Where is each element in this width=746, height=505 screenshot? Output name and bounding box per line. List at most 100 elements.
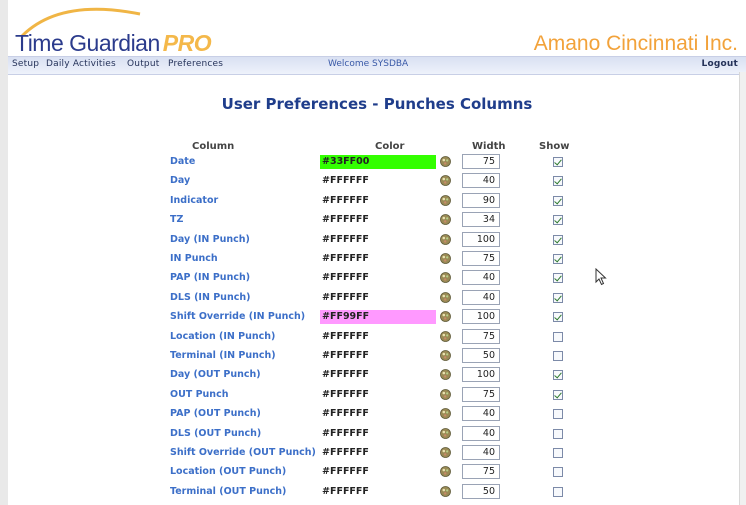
show-checkbox[interactable] xyxy=(553,428,563,439)
table-row: Date #33FF00 75 xyxy=(8,153,746,171)
column-name-label: Shift Override (IN Punch) xyxy=(170,311,306,323)
color-picker-icon[interactable] xyxy=(440,175,451,187)
show-checkbox[interactable] xyxy=(553,176,563,187)
color-picker-icon[interactable] xyxy=(440,485,451,497)
show-checkbox[interactable] xyxy=(553,234,563,245)
color-value-field[interactable]: #FFFFFF xyxy=(320,485,436,499)
color-picker-icon[interactable] xyxy=(440,369,451,381)
logout-link[interactable]: Logout xyxy=(702,59,738,69)
width-input[interactable]: 100 xyxy=(462,231,500,247)
width-input[interactable]: 90 xyxy=(462,192,500,208)
color-value-field[interactable]: #FFFFFF xyxy=(320,233,436,247)
top-nav-bar: Setup Daily Activities Output Preference… xyxy=(8,56,746,75)
width-input[interactable]: 75 xyxy=(462,386,500,402)
color-value-field[interactable]: #FFFFFF xyxy=(320,291,436,305)
show-checkbox[interactable] xyxy=(553,448,563,458)
nav-item-setup[interactable]: Setup xyxy=(12,59,39,69)
color-value-field[interactable]: #FFFFFF xyxy=(320,330,436,344)
width-input[interactable]: 75 xyxy=(462,154,500,169)
column-name-label: Day (IN Punch) xyxy=(170,233,250,245)
color-value-field[interactable]: #FFFFFF xyxy=(320,174,436,188)
show-checkbox[interactable] xyxy=(553,409,563,420)
color-picker-icon[interactable] xyxy=(440,214,451,226)
color-value-field[interactable]: #FFFFFF xyxy=(320,427,436,441)
show-checkbox[interactable] xyxy=(553,389,563,400)
show-checkbox[interactable] xyxy=(553,254,563,264)
color-value-field[interactable]: #FFFFFF xyxy=(320,194,436,208)
color-value-field[interactable]: #FFFFFF xyxy=(320,446,436,460)
color-value-field[interactable]: #FFFFFF xyxy=(320,213,436,227)
column-name-label: Day (OUT Punch) xyxy=(170,369,261,381)
table-row: TZ #FFFFFF 34 xyxy=(8,211,746,229)
table-row: Terminal (IN Punch) #FFFFFF 50 xyxy=(8,347,746,365)
color-value-field[interactable]: #FFFFFF xyxy=(320,271,436,285)
show-checkbox[interactable] xyxy=(553,195,563,206)
color-value-field[interactable]: #FFFFFF xyxy=(320,368,436,382)
table-row: Day (IN Punch) #FFFFFF 100 xyxy=(8,231,746,249)
show-checkbox[interactable] xyxy=(553,292,563,303)
color-picker-icon[interactable] xyxy=(440,253,451,264)
color-value-field[interactable]: #FFFFFF xyxy=(320,388,436,402)
width-input[interactable]: 40 xyxy=(462,173,500,189)
width-input[interactable]: 40 xyxy=(462,270,500,286)
table-row: Shift Override (IN Punch) #FF99FF 100 xyxy=(8,308,746,326)
show-checkbox[interactable] xyxy=(553,467,563,478)
color-picker-icon[interactable] xyxy=(440,388,451,400)
column-name-label: PAP (IN Punch) xyxy=(170,272,251,284)
color-picker-icon[interactable] xyxy=(440,233,451,245)
nav-item-output[interactable]: Output xyxy=(127,59,159,69)
color-picker-icon[interactable] xyxy=(440,330,451,342)
show-checkbox[interactable] xyxy=(553,331,563,342)
color-picker-icon[interactable] xyxy=(440,291,451,303)
header: Time Guardian PRO Amano Cincinnati Inc. S… xyxy=(8,0,746,75)
color-picker-icon[interactable] xyxy=(440,466,451,478)
color-value-field[interactable]: #FFFFFF xyxy=(320,349,436,363)
color-value-field[interactable]: #FF99FF xyxy=(320,310,436,325)
scrollbar-edge[interactable] xyxy=(739,72,746,505)
show-checkbox[interactable] xyxy=(553,215,563,226)
width-input[interactable]: 75 xyxy=(462,464,500,480)
width-input[interactable]: 100 xyxy=(462,309,500,325)
show-checkbox[interactable] xyxy=(553,351,563,361)
color-value-field[interactable]: #FFFFFF xyxy=(320,252,436,266)
width-input[interactable]: 75 xyxy=(462,251,500,266)
nav-item-preferences[interactable]: Preferences xyxy=(168,59,223,69)
color-value-field[interactable]: #FFFFFF xyxy=(320,407,436,421)
column-name-label: Shift Override (OUT Punch) xyxy=(170,447,316,458)
page-title: User Preferences - Punches Columns xyxy=(221,95,533,113)
table-row: Location (IN Punch) #FFFFFF 75 xyxy=(8,328,746,346)
color-picker-icon[interactable] xyxy=(440,408,451,420)
table-row: PAP (IN Punch) #FFFFFF 40 xyxy=(8,269,746,287)
width-input[interactable]: 40 xyxy=(462,406,500,422)
width-input[interactable]: 40 xyxy=(462,425,500,441)
show-checkbox[interactable] xyxy=(553,370,563,381)
color-picker-icon[interactable] xyxy=(440,311,451,323)
nav-item-daily-activities[interactable]: Daily Activities xyxy=(46,59,116,69)
column-header-show: Show xyxy=(539,141,570,152)
column-name-label: Terminal (IN Punch) xyxy=(170,350,276,361)
color-picker-icon[interactable] xyxy=(440,272,451,284)
color-picker-icon[interactable] xyxy=(440,427,451,439)
app-logo[interactable]: Time Guardian PRO xyxy=(15,30,212,57)
width-input[interactable]: 75 xyxy=(462,328,500,344)
width-input[interactable]: 40 xyxy=(462,445,500,460)
column-name-label: OUT Punch xyxy=(170,388,229,400)
color-value-field[interactable]: #FFFFFF xyxy=(320,465,436,479)
color-picker-icon[interactable] xyxy=(440,194,451,206)
show-checkbox[interactable] xyxy=(553,486,563,497)
show-checkbox[interactable] xyxy=(553,312,563,323)
width-input[interactable]: 50 xyxy=(462,348,500,363)
width-input[interactable]: 100 xyxy=(462,367,500,383)
show-checkbox[interactable] xyxy=(553,157,563,167)
color-value-field[interactable]: #33FF00 xyxy=(320,155,436,169)
width-input[interactable]: 50 xyxy=(462,483,500,499)
color-picker-icon[interactable] xyxy=(440,350,451,361)
table-row: DLS (OUT Punch) #FFFFFF 40 xyxy=(8,425,746,443)
table-row: Terminal (OUT Punch) #FFFFFF 50 xyxy=(8,483,746,501)
color-picker-icon[interactable] xyxy=(440,156,451,167)
width-input[interactable]: 40 xyxy=(462,289,500,305)
color-picker-icon[interactable] xyxy=(440,447,451,458)
column-name-label: IN Punch xyxy=(170,253,218,264)
width-input[interactable]: 34 xyxy=(462,212,500,228)
show-checkbox[interactable] xyxy=(553,273,563,284)
